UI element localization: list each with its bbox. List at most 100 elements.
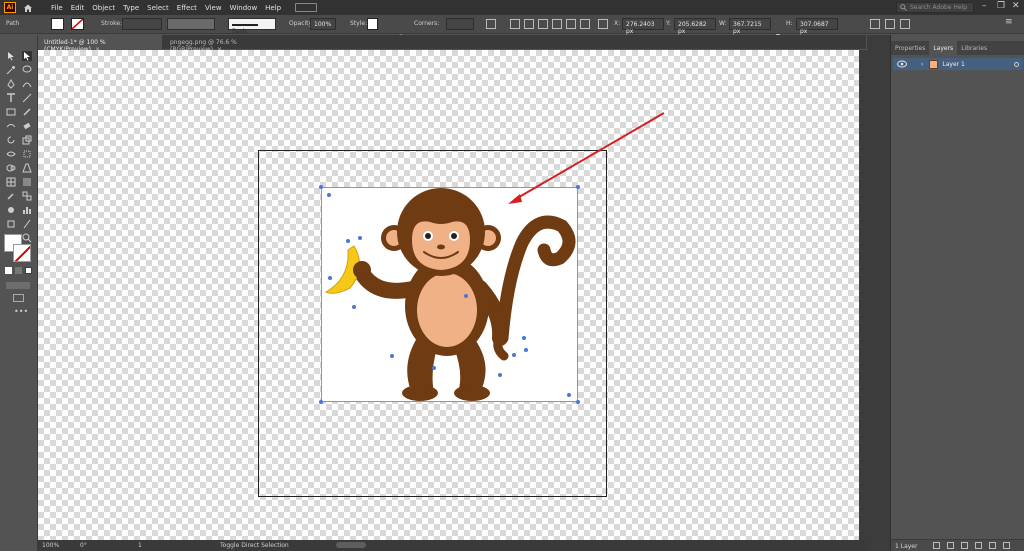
paintbrush-tool-icon[interactable] (22, 107, 32, 117)
align-left-icon[interactable] (510, 19, 520, 29)
screen-mode-icon[interactable] (13, 294, 24, 302)
rotation-value[interactable]: 0° (80, 542, 87, 549)
menu-effect[interactable]: Effect (177, 4, 197, 12)
perspective-grid-tool-icon[interactable] (22, 163, 32, 173)
layer-name[interactable]: Layer 1 (942, 61, 964, 68)
align-right-icon[interactable] (538, 19, 548, 29)
chevron-right-icon[interactable]: › (921, 61, 923, 68)
menu-type[interactable]: Type (123, 4, 139, 12)
width-field[interactable]: 367.7215 px (729, 18, 771, 35)
width-tool-icon[interactable] (6, 149, 16, 159)
brush-definition-field[interactable]: Basic (228, 18, 276, 35)
zoom-tool-icon[interactable] (22, 233, 32, 243)
arrange-documents-icon[interactable] (295, 3, 318, 12)
vertical-scrollbar[interactable] (859, 50, 867, 540)
line-segment-tool-icon[interactable] (22, 93, 32, 103)
type-tool-icon[interactable] (6, 93, 16, 103)
mesh-tool-icon[interactable] (6, 177, 16, 187)
variable-width-field[interactable] (167, 18, 215, 30)
layer-row[interactable]: › Layer 1 (893, 58, 1023, 70)
eyedropper-tool-icon[interactable] (6, 191, 16, 201)
new-layer-icon[interactable] (989, 542, 996, 549)
menu-object[interactable]: Object (92, 4, 115, 12)
stroke-swatch[interactable] (71, 18, 84, 30)
brush-label: Basic (232, 28, 248, 35)
magic-wand-icon[interactable] (6, 65, 16, 75)
panel-menu-icon[interactable]: ≡ (1005, 17, 1015, 27)
fill-swatch[interactable] (51, 18, 64, 30)
align-bottom-icon[interactable] (580, 19, 590, 29)
menu-file[interactable]: File (51, 4, 63, 12)
menu-window[interactable]: Window (230, 4, 258, 12)
horizontal-scroll-thumb[interactable] (336, 542, 366, 548)
close-icon[interactable]: ✕ (1012, 1, 1020, 11)
selection-type-label: Path (6, 20, 20, 27)
artboard-number[interactable]: 1 (138, 542, 142, 549)
lasso-tool-icon[interactable] (22, 65, 32, 75)
zoom-level[interactable]: 100% (42, 542, 59, 549)
minimize-icon[interactable]: – (982, 1, 987, 11)
corners-field[interactable] (446, 18, 474, 30)
free-transform-tool-icon[interactable] (22, 149, 32, 159)
color-mode-icon[interactable] (5, 267, 12, 274)
tab-properties[interactable]: Properties (891, 41, 929, 55)
transform-icon[interactable] (486, 19, 496, 29)
tab-untitled[interactable]: Untitled-1* @ 100 % (CMYK/Preview)× (38, 35, 162, 53)
draw-mode-icon[interactable] (6, 282, 30, 289)
locate-object-icon[interactable] (947, 542, 954, 549)
tab-layers[interactable]: Layers (929, 41, 958, 55)
isolate-icon[interactable] (870, 19, 880, 29)
stroke-weight-field[interactable] (122, 18, 162, 30)
home-icon[interactable] (23, 3, 33, 13)
menu-view[interactable]: View (205, 4, 222, 12)
opacity-field[interactable]: 100% (310, 18, 336, 30)
scale-tool-icon[interactable] (22, 135, 32, 145)
shaper-tool-icon[interactable] (6, 121, 16, 131)
status-bar: 100% 0° 1 Toggle Direct Selection (38, 540, 867, 551)
selection-tool-icon[interactable] (6, 51, 16, 61)
tab-libraries[interactable]: Libraries (957, 41, 991, 55)
layers-panel: Properties Layers Libraries › Layer 1 1 … (890, 35, 1024, 551)
align-center-icon[interactable] (524, 19, 534, 29)
column-graph-tool-icon[interactable] (22, 205, 32, 215)
pathfinder-icon[interactable] (885, 19, 895, 29)
none-mode-icon[interactable] (25, 267, 32, 274)
slice-tool-icon[interactable] (22, 219, 32, 229)
align-top-icon[interactable] (552, 19, 562, 29)
menu-help[interactable]: Help (265, 4, 281, 12)
trash-icon[interactable] (1003, 542, 1010, 549)
restore-icon[interactable]: ❐ (997, 1, 1005, 11)
symbol-sprayer-tool-icon[interactable] (6, 205, 16, 215)
canvas[interactable] (38, 50, 859, 540)
curvature-tool-icon[interactable] (22, 79, 32, 89)
stroke-color-box[interactable] (13, 244, 31, 262)
align-middle-icon[interactable] (566, 19, 576, 29)
target-icon[interactable] (1014, 61, 1019, 67)
menu-edit[interactable]: Edit (71, 4, 85, 12)
menu-select[interactable]: Select (147, 4, 169, 12)
height-field[interactable]: 307.0687 px (796, 18, 838, 35)
export-icon[interactable] (933, 542, 940, 549)
tab-pngegg[interactable]: pngegg.png @ 76.6 % (RGB/Preview)× (164, 35, 294, 53)
rotate-tool-icon[interactable] (6, 135, 16, 145)
y-label: Y: (666, 20, 671, 27)
eraser-tool-icon[interactable] (22, 121, 32, 131)
reference-point-icon[interactable] (598, 19, 608, 29)
new-sublayer-icon[interactable] (975, 542, 982, 549)
blend-tool-icon[interactable] (22, 191, 32, 201)
gradient-tool-icon[interactable] (22, 177, 32, 187)
direct-selection-tool-icon[interactable] (22, 51, 32, 61)
y-field[interactable]: 205.6282 px (674, 18, 716, 35)
transform-again-icon[interactable] (900, 19, 910, 29)
shape-builder-tool-icon[interactable] (6, 163, 16, 173)
edit-toolbar-icon[interactable]: ••• (14, 307, 28, 316)
search-field[interactable]: Search Adobe Help (896, 2, 974, 13)
x-field[interactable]: 276.2403 px (622, 18, 664, 35)
make-clipping-mask-icon[interactable] (961, 542, 968, 549)
style-swatch[interactable] (367, 18, 378, 30)
eye-icon[interactable] (897, 60, 907, 68)
pen-tool-icon[interactable] (6, 79, 16, 89)
rectangle-tool-icon[interactable] (6, 107, 16, 117)
gradient-mode-icon[interactable] (15, 267, 22, 274)
artboard-tool-icon[interactable] (6, 219, 16, 229)
